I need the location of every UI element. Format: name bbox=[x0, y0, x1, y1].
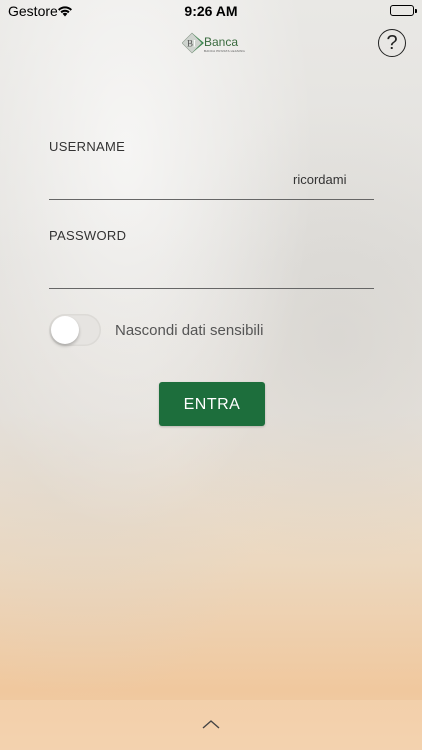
logo-tagline: BANCA PRIVATA LEASING bbox=[204, 49, 246, 53]
username-label: USERNAME bbox=[49, 139, 126, 154]
svg-text:I: I bbox=[193, 39, 196, 49]
help-icon: ? bbox=[386, 32, 398, 54]
username-input[interactable] bbox=[49, 172, 283, 196]
status-bar: Gestore 9:26 AM bbox=[0, 0, 422, 22]
password-input[interactable] bbox=[49, 260, 283, 284]
remember-me-link[interactable]: ricordami bbox=[293, 172, 346, 187]
help-button[interactable]: ? bbox=[378, 29, 406, 57]
logo-brand: Banca bbox=[204, 35, 239, 49]
toggle-knob bbox=[51, 316, 79, 344]
enter-button[interactable]: ENTRA bbox=[159, 382, 265, 426]
clock: 9:26 AM bbox=[184, 3, 238, 19]
password-underline bbox=[49, 288, 374, 289]
hide-data-toggle[interactable] bbox=[49, 314, 101, 346]
bank-logo-icon: B I bbox=[182, 32, 204, 54]
password-label: PASSWORD bbox=[49, 228, 127, 243]
chevron-up-icon[interactable] bbox=[201, 718, 221, 730]
bank-logo: B I Banca BANCA PRIVATA LEASING bbox=[182, 30, 246, 56]
username-underline bbox=[49, 199, 374, 200]
battery-icon bbox=[390, 5, 417, 16]
hide-data-label: Nascondi dati sensibili bbox=[115, 322, 264, 339]
